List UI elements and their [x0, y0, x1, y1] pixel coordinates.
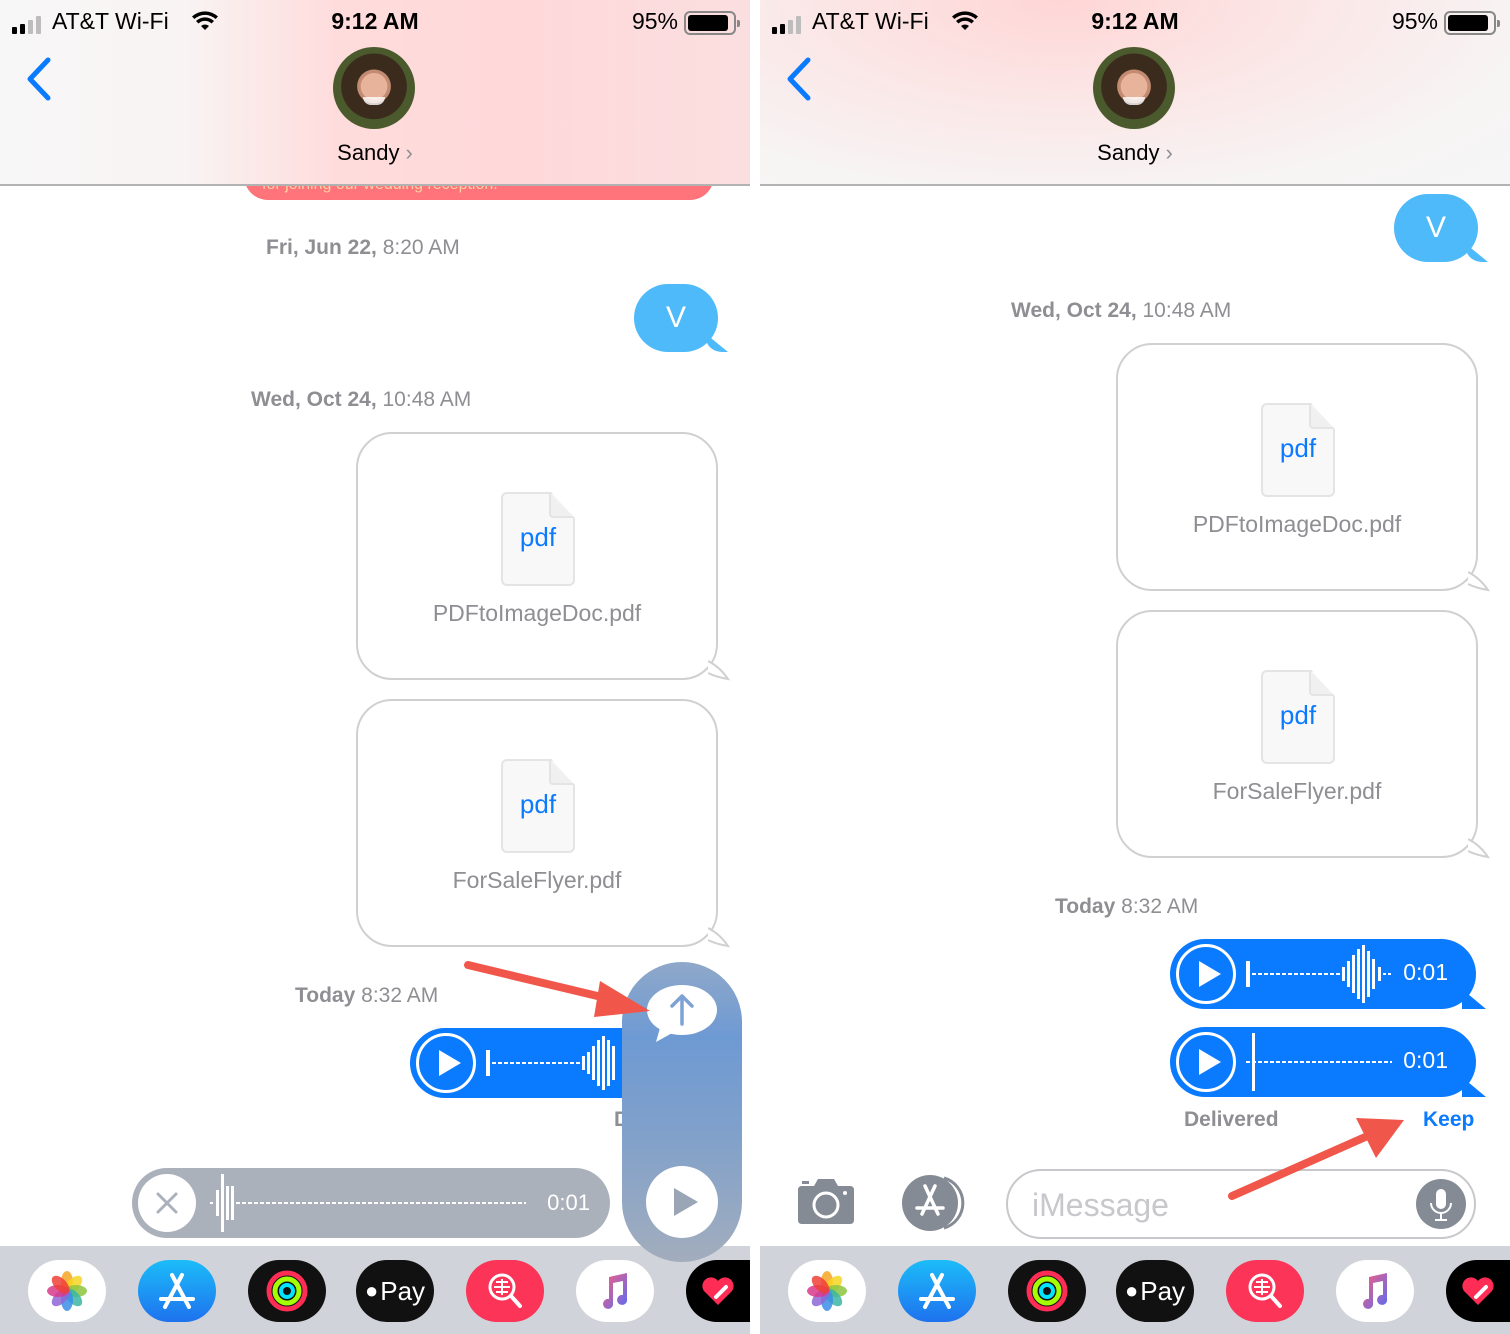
digital-touch-icon[interactable] — [686, 1260, 750, 1322]
battery-percent: 95% — [631, 8, 678, 34]
attachment-filename: ForSaleFlyer.pdf — [452, 867, 622, 893]
timestamp: Wed, Oct 24, 10:48 AM — [1011, 299, 1232, 322]
text-message-bubble[interactable]: V — [1394, 194, 1478, 262]
status-bar: AT&T Wi-Fi 9:12 AM 95% — [760, 6, 1510, 40]
close-icon — [156, 1192, 178, 1214]
attachment-filename: PDFtoImageDoc.pdf — [432, 600, 642, 626]
pdf-icon-label: pdf — [1279, 433, 1317, 463]
activity-icon[interactable] — [248, 1260, 326, 1322]
music-icon[interactable] — [576, 1260, 654, 1322]
pdf-icon-label: pdf — [519, 522, 557, 552]
play-icon[interactable] — [1176, 1032, 1236, 1092]
keep-button[interactable]: Keep — [1423, 1108, 1474, 1132]
pdf-icon-label: pdf — [1279, 700, 1317, 730]
recording-duration: 0:01 — [547, 1190, 590, 1215]
battery-icon — [1444, 11, 1500, 35]
activity-icon[interactable] — [1008, 1260, 1086, 1322]
send-audio-control — [622, 962, 742, 1262]
contact-name-button[interactable]: Sandy › — [0, 140, 750, 166]
contact-avatar[interactable] — [1093, 47, 1175, 129]
contact-name: Sandy — [337, 140, 400, 165]
conversation-header: AT&T Wi-Fi 9:12 AM 95% Sandy › — [760, 0, 1510, 186]
playhead — [1252, 1033, 1255, 1091]
play-recording-button[interactable] — [646, 1166, 718, 1238]
web-search-icon[interactable] — [1226, 1260, 1304, 1322]
send-audio-button[interactable] — [646, 984, 718, 1044]
play-icon[interactable] — [1176, 944, 1236, 1004]
attachment-bubble[interactable]: pdf ForSaleFlyer.pdf — [356, 699, 730, 948]
apple-pay-icon[interactable]: ● Pay — [1116, 1260, 1194, 1322]
left-screenshot: for joining our wedding reception. AT&T … — [0, 0, 750, 1334]
timestamp: Fri, Jun 22, 8:20 AM — [266, 236, 460, 259]
message-input-bar — [760, 1160, 1510, 1246]
audio-waveform — [1246, 945, 1392, 1003]
chevron-right-icon: › — [405, 140, 413, 165]
conversation-header: AT&T Wi-Fi 9:12 AM 95% Sandy › — [0, 0, 750, 186]
chevron-right-icon: › — [1165, 140, 1173, 165]
battery-percent: 95% — [1391, 8, 1438, 34]
audio-waveform — [486, 1036, 615, 1090]
recording-preview-bar: 0:01 — [132, 1168, 610, 1238]
contact-name-button[interactable]: Sandy › — [760, 140, 1510, 166]
battery-icon — [684, 11, 740, 35]
audio-waveform — [1246, 1033, 1392, 1091]
delivery-status: Delivered — [1184, 1108, 1279, 1131]
microphone-button[interactable] — [1416, 1179, 1466, 1229]
imessage-input[interactable] — [1006, 1169, 1476, 1239]
app-store-icon[interactable] — [138, 1260, 216, 1322]
app-store-icon[interactable] — [898, 1260, 976, 1322]
pdf-icon-label: pdf — [519, 789, 557, 819]
text-message-bubble[interactable]: V — [634, 284, 718, 352]
play-icon[interactable] — [416, 1033, 476, 1093]
recording-waveform — [210, 1174, 526, 1232]
web-search-icon[interactable] — [466, 1260, 544, 1322]
attachment-filename: PDFtoImageDoc.pdf — [1192, 511, 1402, 537]
cancel-recording-button[interactable] — [138, 1174, 196, 1232]
contact-avatar[interactable] — [333, 47, 415, 129]
attachment-bubble[interactable]: pdf PDFtoImageDoc.pdf — [1116, 343, 1490, 592]
apple-pay-icon[interactable]: ● Pay — [356, 1260, 434, 1322]
timestamp: Today 8:32 AM — [295, 984, 439, 1007]
audio-message-bubble[interactable]: 0:01 — [1170, 1027, 1476, 1097]
back-chevron-icon[interactable] — [784, 56, 814, 102]
photos-icon[interactable] — [788, 1260, 866, 1322]
audio-duration: 0:01 — [1403, 959, 1448, 985]
audio-duration: 0:01 — [1403, 1047, 1448, 1073]
microphone-icon — [1430, 1189, 1452, 1221]
app-store-drawer-icon[interactable] — [900, 1174, 972, 1232]
attachment-bubble[interactable]: pdf PDFtoImageDoc.pdf — [356, 432, 730, 681]
audio-message-bubble[interactable]: 0:01 — [1170, 939, 1476, 1009]
camera-icon[interactable] — [794, 1176, 858, 1226]
app-drawer: ● Pay — [0, 1246, 750, 1334]
imessage-text-field[interactable] — [1032, 1183, 1412, 1227]
contact-name: Sandy — [1097, 140, 1160, 165]
music-icon[interactable] — [1336, 1260, 1414, 1322]
timestamp: Wed, Oct 24, 10:48 AM — [251, 388, 472, 411]
back-chevron-icon[interactable] — [24, 56, 54, 102]
attachment-filename: ForSaleFlyer.pdf — [1212, 778, 1382, 804]
digital-touch-icon[interactable] — [1446, 1260, 1510, 1322]
status-bar: AT&T Wi-Fi 9:12 AM 95% — [0, 6, 750, 40]
timestamp: Today 8:32 AM — [1055, 895, 1199, 918]
app-drawer: ● Pay — [760, 1246, 1510, 1334]
attachment-bubble[interactable]: pdf ForSaleFlyer.pdf — [1116, 610, 1490, 859]
right-screenshot: AT&T Wi-Fi 9:12 AM 95% Sandy › V Wed, Oct… — [760, 0, 1510, 1334]
photos-icon[interactable] — [28, 1260, 106, 1322]
